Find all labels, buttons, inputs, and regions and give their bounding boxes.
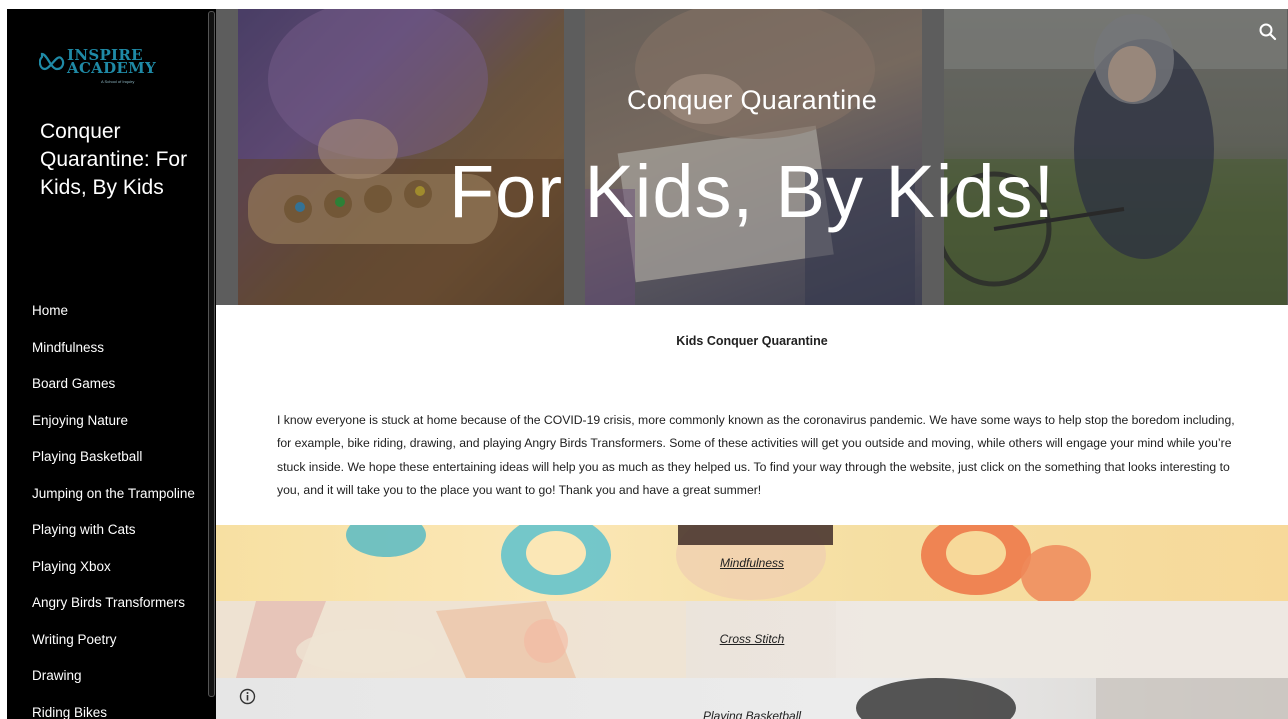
sidebar-item-mindfulness[interactable]: Mindfulness: [32, 330, 195, 367]
info-button[interactable]: [239, 688, 256, 705]
sidebar-nav: Home Mindfulness Board Games Enjoying Natur…: [32, 293, 195, 719]
search-icon: [1259, 23, 1277, 41]
section-heading: Kids Conquer Quarantine: [676, 334, 828, 348]
sidebar-item-playing-basketball[interactable]: Playing Basketball: [32, 439, 195, 476]
sidebar-item-playing-xbox[interactable]: Playing Xbox: [32, 549, 195, 586]
hero-eyebrow: Conquer Quarantine: [626, 85, 878, 115]
banner-cross-stitch[interactable]: Cross Stitch: [216, 601, 1288, 678]
infinity-loop-logo-icon: [39, 52, 65, 71]
sidebar-item-playing-with-cats[interactable]: Playing with Cats: [32, 512, 195, 549]
logo-text: INSPIRE ACADEMY: [67, 48, 157, 77]
sidebar-item-home[interactable]: Home: [32, 293, 195, 330]
scrollbar-thumb[interactable]: [208, 11, 215, 697]
sidebar-item-jumping-on-the-trampoline[interactable]: Jumping on the Trampoline: [32, 476, 195, 513]
sidebar-item-board-games[interactable]: Board Games: [32, 366, 195, 403]
sidebar-item-angry-birds-transformers[interactable]: Angry Birds Transformers: [32, 585, 195, 622]
search-button[interactable]: [1256, 20, 1280, 44]
sidebar-item-writing-poetry[interactable]: Writing Poetry: [32, 622, 195, 659]
sidebar-scrollbar[interactable]: [207, 9, 216, 719]
banner-mindfulness[interactable]: Mindfulness: [216, 525, 1288, 601]
sidebar: INSPIRE ACADEMY A School of Inquiry Conq…: [7, 9, 209, 719]
hero-title: For Kids, By Kids!: [448, 150, 1056, 233]
sidebar-item-enjoying-nature[interactable]: Enjoying Nature: [32, 403, 195, 440]
banner-link-playing-basketball[interactable]: Playing Basketball: [216, 709, 1288, 719]
logo-line-2: ACADEMY: [67, 59, 157, 77]
intro-paragraph: I know everyone is stuck at home because…: [277, 413, 1235, 497]
hero-banner: Conquer Quarantine For Kids, By Kids!: [216, 9, 1288, 305]
banner-playing-basketball[interactable]: Playing Basketball: [216, 678, 1288, 719]
banner-link-cross-stitch[interactable]: Cross Stitch: [216, 632, 1288, 646]
site-title[interactable]: Conquer Quarantine: For Kids, By Kids: [40, 118, 200, 202]
site-logo[interactable]: INSPIRE ACADEMY A School of Inquiry: [39, 48, 159, 91]
top-strip: [0, 0, 1288, 9]
sidebar-item-riding-bikes[interactable]: Riding Bikes: [32, 695, 195, 719]
logo-tagline: A School of Inquiry: [101, 79, 135, 84]
info-icon: [239, 688, 256, 705]
banner-link-mindfulness[interactable]: Mindfulness: [216, 556, 1288, 570]
sidebar-item-drawing[interactable]: Drawing: [32, 658, 195, 695]
